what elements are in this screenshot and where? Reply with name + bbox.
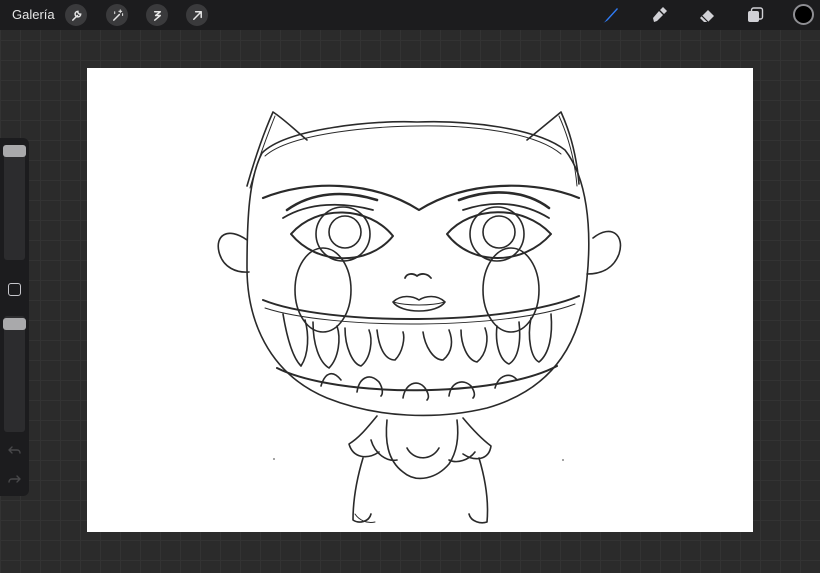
top-toolbar: Galería [0,0,820,30]
redo-icon[interactable] [7,474,22,486]
undo-icon[interactable] [7,445,22,457]
brush-size-slider[interactable] [4,146,25,260]
modify-button[interactable] [8,283,21,296]
opacity-slider[interactable] [4,316,25,432]
transform-arrow-icon[interactable] [186,4,208,26]
smudge-icon[interactable] [648,4,670,26]
brush-icon[interactable] [599,4,621,26]
color-picker-button[interactable] [793,4,814,25]
eraser-icon[interactable] [696,4,718,26]
sketch-artwork [217,111,622,524]
magic-wand-icon[interactable] [106,4,128,26]
opacity-thumb[interactable] [3,318,26,330]
gallery-button[interactable]: Galería [12,7,55,22]
left-sidebar [0,138,29,496]
drawing-canvas[interactable] [87,68,753,532]
layers-icon[interactable] [744,4,766,26]
wrench-icon[interactable] [65,4,87,26]
brush-size-thumb[interactable] [3,145,26,157]
selection-icon[interactable] [146,4,168,26]
